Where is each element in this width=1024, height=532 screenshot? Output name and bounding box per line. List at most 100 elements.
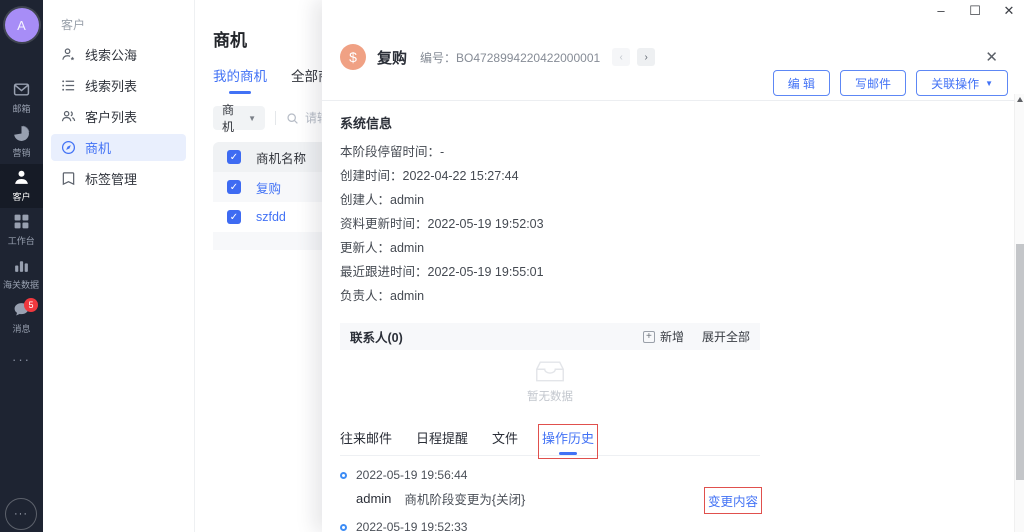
history-user: admin xyxy=(356,491,391,506)
select-all-checkbox[interactable]: ✓ xyxy=(227,150,241,164)
history-entry: 2022-05-19 19:52:33 admin 商机阶段变更为{发货} 变更… xyxy=(340,520,760,532)
app-window: A 邮箱 营销 客户 工作台 海关数据 5 xyxy=(0,0,1024,532)
rail-item-label: 海关数据 xyxy=(3,277,39,290)
scrollbar-thumb[interactable] xyxy=(1016,244,1024,480)
system-info-fields: 本阶段停留时间：- 创建时间：2022-04-22 15:27:44 创建人：a… xyxy=(340,140,760,308)
field-created-time: 创建时间：2022-04-22 15:27:44 xyxy=(340,164,760,188)
panel-scrollbar[interactable] xyxy=(1014,94,1024,532)
sidebar-item-label: 标签管理 xyxy=(85,169,137,188)
deal-code-value: BO4728994220422000001 xyxy=(456,51,600,65)
field-updated-time: 资料更新时间：2022-05-19 19:52:03 xyxy=(340,212,760,236)
rail-item-label: 营销 xyxy=(12,145,30,158)
window-close-button[interactable]: ✕ xyxy=(1002,3,1016,19)
system-info-title: 系统信息 xyxy=(340,113,760,132)
tag-icon xyxy=(61,171,76,186)
tab-my-opportunities[interactable]: 我的商机 xyxy=(213,65,267,94)
tab-operation-history[interactable]: 操作历史 xyxy=(542,428,594,455)
contacts-section: 联系人(0) + 新增 展开全部 暂无数据 xyxy=(340,323,760,412)
person-icon xyxy=(13,169,30,186)
chevron-down-icon: ▼ xyxy=(248,114,256,123)
field-last-followup: 最近跟进时间：2022-05-19 19:55:01 xyxy=(340,260,760,284)
sidebar-item-label: 客户列表 xyxy=(85,107,137,126)
field-value: admin xyxy=(390,289,424,303)
column-header: 商机名称 xyxy=(256,148,306,167)
sidebar-item-tag-management[interactable]: 标签管理 xyxy=(51,165,186,192)
opportunity-link[interactable]: szfdd xyxy=(256,210,286,224)
table-row[interactable]: ✓ szfdd xyxy=(213,202,333,232)
rail-nav: 邮箱 营销 客户 工作台 海关数据 5 消息 xyxy=(0,76,43,340)
more-icon[interactable]: ··· xyxy=(12,352,31,367)
mail-icon xyxy=(13,81,30,98)
sidebar-item-opportunity[interactable]: 商机 xyxy=(51,134,186,161)
rail-item-label: 消息 xyxy=(12,321,30,334)
deal-title: 复购 xyxy=(377,47,407,68)
field-value: admin xyxy=(390,193,424,207)
edit-button[interactable]: 编 辑 xyxy=(773,70,830,96)
table-row[interactable]: ✓ 复购 xyxy=(213,172,333,202)
sidebar-item-leads-pool[interactable]: 线索公海 xyxy=(51,41,186,68)
opportunity-detail-panel: – ☐ ✕ $ 复购 编号：BO4728994220422000001 ‹ › … xyxy=(322,0,1024,532)
table-header-row: ✓ 商机名称 xyxy=(213,142,333,172)
rail-item-label: 邮箱 xyxy=(12,101,30,114)
scroll-up-icon[interactable] xyxy=(1017,97,1023,102)
change-content-link[interactable]: 变更内容 xyxy=(708,491,758,510)
tab-emails[interactable]: 往来邮件 xyxy=(340,428,392,455)
subnav-title: 客户 xyxy=(43,0,194,37)
field-label: 创建时间： xyxy=(340,169,403,183)
field-label: 创建人： xyxy=(340,193,390,207)
sidebar-item-leads-list[interactable]: 线索列表 xyxy=(51,72,186,99)
tab-files[interactable]: 文件 xyxy=(492,428,518,455)
write-email-button[interactable]: 写邮件 xyxy=(840,70,906,96)
contacts-title: 联系人(0) xyxy=(350,327,643,346)
timeline-dot-icon xyxy=(340,524,347,531)
rail-item-messages[interactable]: 5 消息 xyxy=(0,296,43,340)
opportunity-table: ✓ 商机名称 ✓ 复购 ✓ szfdd xyxy=(213,142,333,250)
rail-item-workbench[interactable]: 工作台 xyxy=(0,208,43,252)
related-actions-label: 关联操作 xyxy=(931,75,979,92)
timeline-dot-icon xyxy=(340,472,347,479)
minimize-button[interactable]: – xyxy=(934,3,948,19)
person-star-icon xyxy=(61,47,76,62)
next-record-button[interactable]: › xyxy=(637,48,655,66)
row-checkbox[interactable]: ✓ xyxy=(227,180,241,194)
expand-all-button[interactable]: 展开全部 xyxy=(702,328,750,345)
deal-code: 编号：BO4728994220422000001 xyxy=(420,49,600,66)
field-value: admin xyxy=(390,241,424,255)
field-updater: 更新人：admin xyxy=(340,236,760,260)
field-stage-duration: 本阶段停留时间：- xyxy=(340,140,760,164)
field-creator: 创建人：admin xyxy=(340,188,760,212)
collapse-icon[interactable]: ··· xyxy=(5,498,37,530)
field-label: 本阶段停留时间： xyxy=(340,145,440,159)
panel-close-icon[interactable]: ✕ xyxy=(985,48,998,66)
deal-code-label: 编号： xyxy=(420,51,456,65)
field-label: 负责人： xyxy=(340,289,390,303)
related-actions-button[interactable]: 关联操作 ▼ xyxy=(916,70,1008,96)
prev-record-button[interactable]: ‹ xyxy=(612,48,630,66)
contacts-header: 联系人(0) + 新增 展开全部 xyxy=(340,323,760,350)
sidebar-item-customer-list[interactable]: 客户列表 xyxy=(51,103,186,130)
record-nav: ‹ › xyxy=(612,48,655,66)
bar-chart-icon xyxy=(13,257,30,274)
filter-dropdown[interactable]: 商机 ▼ xyxy=(213,106,265,130)
rail-item-customs-data[interactable]: 海关数据 xyxy=(0,252,43,296)
rail-item-marketing[interactable]: 营销 xyxy=(0,120,43,164)
opportunity-link[interactable]: 复购 xyxy=(256,178,281,197)
divider xyxy=(275,111,276,125)
deal-avatar-icon: $ xyxy=(340,44,366,70)
rail-item-customer[interactable]: 客户 xyxy=(0,164,43,208)
empty-text: 暂无数据 xyxy=(527,388,573,404)
avatar[interactable]: A xyxy=(5,8,39,42)
add-contact-button[interactable]: + 新增 xyxy=(643,328,684,345)
tab-schedule-reminder[interactable]: 日程提醒 xyxy=(416,428,468,455)
rail-item-mail[interactable]: 邮箱 xyxy=(0,76,43,120)
field-value: 2022-05-19 19:55:01 xyxy=(428,265,544,279)
maximize-button[interactable]: ☐ xyxy=(968,3,982,19)
table-row-empty xyxy=(213,232,333,250)
chevron-down-icon: ▼ xyxy=(985,79,993,88)
sidebar-item-label: 线索公海 xyxy=(85,45,137,64)
search-icon xyxy=(286,112,299,125)
row-checkbox[interactable]: ✓ xyxy=(227,210,241,224)
field-value: - xyxy=(440,145,444,159)
pie-chart-icon xyxy=(13,125,30,142)
app-rail: A 邮箱 营销 客户 工作台 海关数据 5 xyxy=(0,0,43,532)
